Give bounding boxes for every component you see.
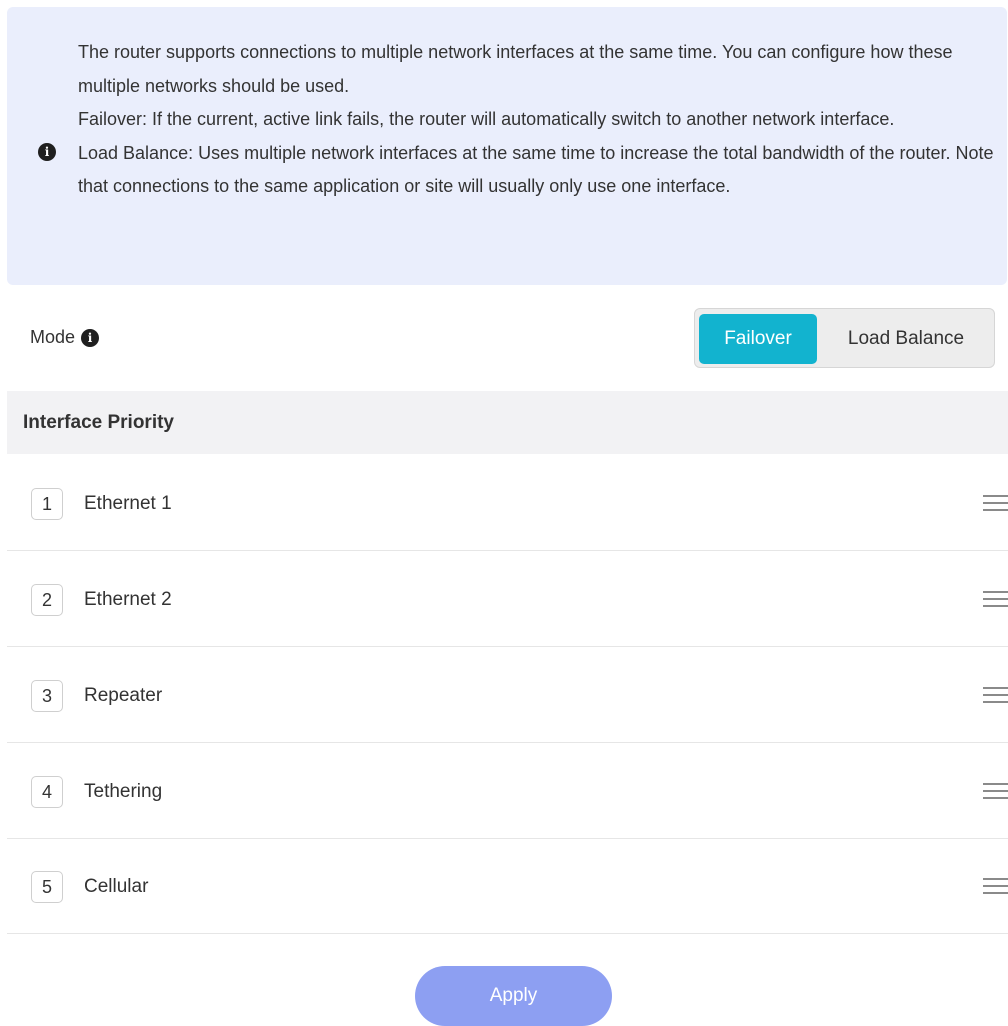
mode-label-text: Mode <box>30 327 76 347</box>
priority-number: 5 <box>31 871 63 903</box>
drag-handle-icon[interactable] <box>983 685 1008 705</box>
priority-row-tethering[interactable]: 4 Tethering <box>7 743 1008 839</box>
drag-handle-icon[interactable] <box>983 876 1008 896</box>
interface-name: Tethering <box>84 781 163 802</box>
interface-name: Ethernet 1 <box>84 493 172 514</box>
info-line-load-balance: Load Balance: Uses multiple network inte… <box>78 142 994 197</box>
info-line-intro: The router supports connections to multi… <box>78 42 953 96</box>
mode-row: Mode i Failover Load Balance <box>0 307 1008 369</box>
interface-priority-header: Interface Priority <box>7 391 1008 454</box>
interface-name: Cellular <box>84 876 149 897</box>
priority-row-ethernet-2[interactable]: 2 Ethernet 2 <box>7 551 1008 647</box>
drag-handle-icon[interactable] <box>983 589 1008 609</box>
info-icon: i <box>38 143 56 161</box>
priority-number: 4 <box>31 776 63 808</box>
priority-number: 3 <box>31 680 63 712</box>
priority-number: 1 <box>31 488 63 520</box>
info-line-failover: Failover: If the current, active link fa… <box>78 109 895 129</box>
info-banner: i The router supports connections to mul… <box>7 7 1007 285</box>
drag-handle-icon[interactable] <box>983 493 1008 513</box>
priority-number: 2 <box>31 584 63 616</box>
mode-option-load-balance[interactable]: Load Balance <box>821 314 991 364</box>
info-icon[interactable]: i <box>81 328 100 347</box>
priority-row-cellular[interactable]: 5 Cellular <box>7 838 1008 934</box>
interface-name: Repeater <box>84 685 163 706</box>
apply-button[interactable]: Apply <box>415 966 612 1026</box>
mode-label: Mode i <box>30 327 100 348</box>
info-text: The router supports connections to multi… <box>78 36 1003 204</box>
mode-toggle: Failover Load Balance <box>694 308 995 368</box>
mode-option-failover[interactable]: Failover <box>699 314 817 364</box>
interface-name: Ethernet 2 <box>84 589 172 610</box>
priority-row-ethernet-1[interactable]: 1 Ethernet 1 <box>7 455 1008 551</box>
drag-handle-icon[interactable] <box>983 781 1008 801</box>
priority-row-repeater[interactable]: 3 Repeater <box>7 647 1008 743</box>
